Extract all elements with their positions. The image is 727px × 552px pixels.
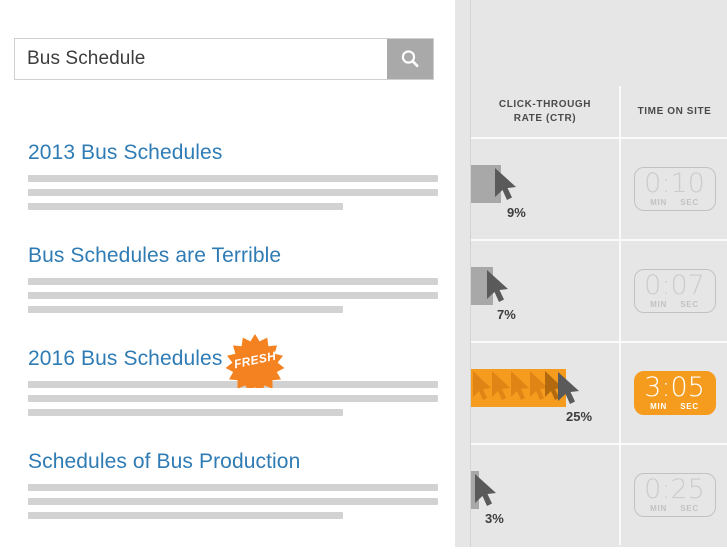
metrics-table: CLICK-THROUGH RATE (CTR) TIME ON SITE 9%… <box>471 86 727 545</box>
cursor-icon <box>473 473 499 507</box>
list-item: 2016 Bus Schedules FRESH <box>28 334 438 416</box>
results-list: 2013 Bus Schedules Bus Schedules are Ter… <box>28 140 438 552</box>
snippet-line <box>28 512 343 519</box>
unit-label-min: MIN <box>650 198 667 207</box>
list-item: Schedules of Bus Production <box>28 449 438 519</box>
search-results-panel: 2013 Bus Schedules Bus Schedules are Ter… <box>0 0 452 547</box>
search-input[interactable] <box>15 39 387 79</box>
table-row: 25% 3:05 MIN SEC <box>471 343 727 445</box>
cursor-trail-pattern <box>471 369 566 407</box>
snippet-line <box>28 409 343 416</box>
unit-label-sec: SEC <box>680 402 699 411</box>
search-button[interactable] <box>387 39 433 79</box>
snippet-line <box>28 484 438 491</box>
cursor-icon <box>485 269 511 303</box>
column-header-ctr-line2: RATE (CTR) <box>513 112 577 124</box>
cell-ctr: 9% <box>471 139 621 239</box>
result-title-link[interactable]: 2013 Bus Schedules <box>28 140 222 166</box>
unit-label-sec: SEC <box>680 504 699 513</box>
search-icon <box>399 48 421 70</box>
cell-ctr: 25% <box>471 343 621 443</box>
unit-label-sec: SEC <box>680 300 699 309</box>
result-title-link[interactable]: Bus Schedules are Terrible <box>28 243 281 269</box>
ctr-value-label: 7% <box>497 307 516 322</box>
ctr-value-label: 3% <box>485 511 504 526</box>
time-on-site-badge: 0:10 MIN SEC <box>633 167 716 211</box>
snippet-line <box>28 292 438 299</box>
unit-label-min: MIN <box>650 402 667 411</box>
time-on-site-value: 0:10 <box>644 168 705 199</box>
unit-label-min: MIN <box>650 300 667 309</box>
column-header-ctr-line1: CLICK-THROUGH <box>498 98 592 110</box>
metrics-panel: CLICK-THROUGH RATE (CTR) TIME ON SITE 9%… <box>455 0 727 547</box>
table-header-row: CLICK-THROUGH RATE (CTR) TIME ON SITE <box>471 86 727 139</box>
result-snippet <box>28 278 438 313</box>
cursor-icon <box>493 167 519 201</box>
column-header-ctr: CLICK-THROUGH RATE (CTR) <box>471 86 621 137</box>
result-title-link[interactable]: 2016 Bus Schedules <box>28 346 222 372</box>
cell-time-on-site: 3:05 MIN SEC <box>621 343 727 443</box>
search-bar <box>14 38 434 80</box>
list-item: Bus Schedules are Terrible <box>28 243 438 313</box>
list-item: 2013 Bus Schedules <box>28 140 438 210</box>
snippet-line <box>28 395 438 402</box>
cell-time-on-site: 0:07 MIN SEC <box>621 241 727 341</box>
screenshot-root: 2013 Bus Schedules Bus Schedules are Ter… <box>0 0 727 547</box>
time-on-site-value: 3:05 <box>644 372 705 403</box>
result-snippet <box>28 175 438 210</box>
snippet-line <box>28 175 438 182</box>
time-on-site-badge: 0:25 MIN SEC <box>633 473 716 517</box>
table-row: 7% 0:07 MIN SEC <box>471 241 727 343</box>
cell-time-on-site: 0:10 MIN SEC <box>621 139 727 239</box>
snippet-line <box>28 306 343 313</box>
snippet-line <box>28 189 438 196</box>
cell-time-on-site: 0:25 MIN SEC <box>621 445 727 545</box>
metrics-panel-inner: CLICK-THROUGH RATE (CTR) TIME ON SITE 9%… <box>470 0 727 547</box>
cell-ctr: 3% <box>471 445 621 545</box>
cursor-icon <box>556 371 582 405</box>
snippet-line <box>28 498 438 505</box>
table-row: 9% 0:10 MIN SEC <box>471 139 727 241</box>
unit-label-min: MIN <box>650 504 667 513</box>
ctr-value-label: 9% <box>507 205 526 220</box>
snippet-line <box>28 203 343 210</box>
table-row: 3% 0:25 MIN SEC <box>471 445 727 545</box>
time-on-site-value: 0:07 <box>644 270 705 301</box>
result-snippet <box>28 484 438 519</box>
cell-ctr: 7% <box>471 241 621 341</box>
result-title-link[interactable]: Schedules of Bus Production <box>28 449 300 475</box>
time-on-site-badge: 0:07 MIN SEC <box>633 269 716 313</box>
column-header-time-on-site: TIME ON SITE <box>637 105 712 117</box>
time-on-site-value: 0:25 <box>644 474 705 505</box>
fresh-badge: FRESH <box>224 332 286 388</box>
snippet-line <box>28 278 438 285</box>
unit-label-sec: SEC <box>680 198 699 207</box>
time-on-site-badge: 3:05 MIN SEC <box>633 371 716 415</box>
ctr-value-label: 25% <box>566 409 593 424</box>
